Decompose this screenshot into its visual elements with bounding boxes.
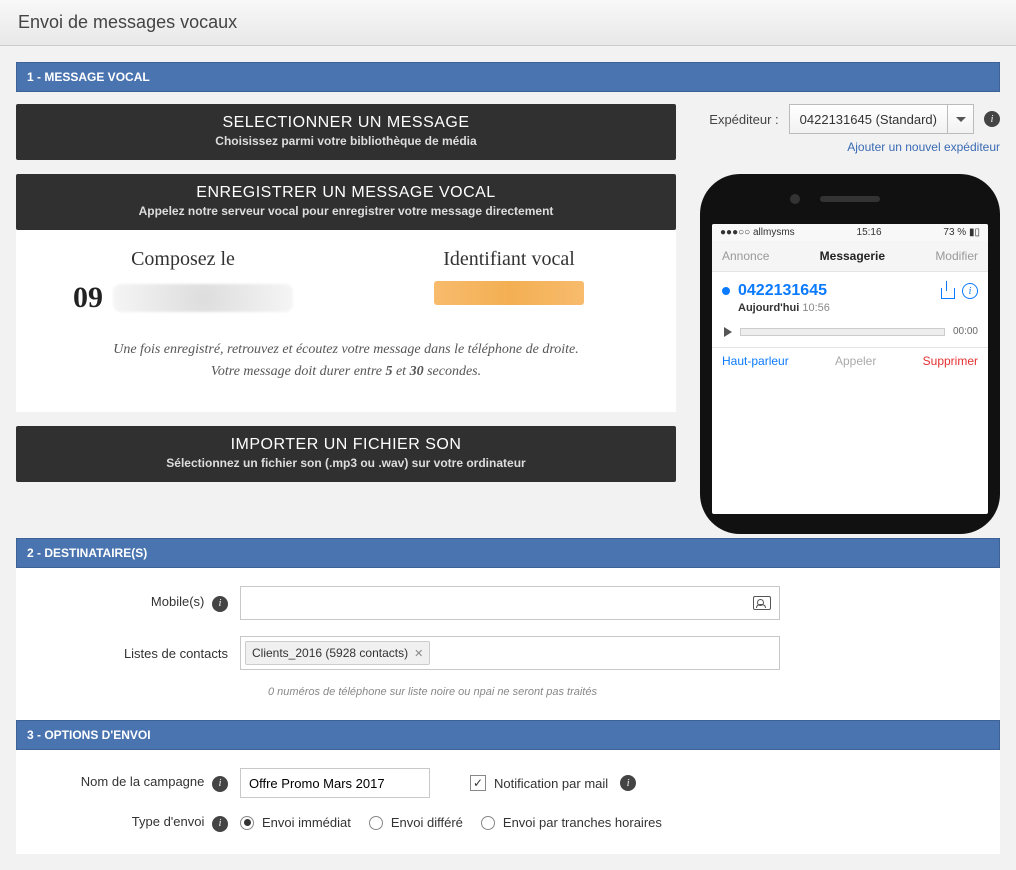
info-circle-icon: i: [962, 283, 978, 299]
play-icon: [724, 327, 732, 337]
radio-immediate[interactable]: [240, 816, 254, 830]
phone-status-bar: ●●●○○ allmysms 15:16 73 % ▮▯: [712, 224, 988, 241]
call-action: Appeler: [835, 354, 876, 368]
add-sender-link[interactable]: Ajouter un nouvel expéditeur: [700, 140, 1000, 154]
lists-input[interactable]: Clients_2016 (5928 contacts) ✕: [240, 636, 780, 670]
sender-select[interactable]: 0422131645 (Standard): [789, 104, 974, 134]
mobiles-input[interactable]: [240, 586, 780, 620]
audio-player: 00:00: [712, 320, 988, 347]
campaign-name-label: Nom de la campagne i: [30, 774, 240, 792]
select-message-subtitle: Choisissez parmi votre bibliothèque de m…: [32, 134, 660, 148]
record-instructions-block: Composez le 09 Identifiant vocal Une foi…: [16, 230, 676, 412]
send-type-label: Type d'envoi i: [30, 814, 240, 832]
compose-label: Composez le: [40, 248, 326, 271]
phone-nav-row: Annonce Messagerie Modifier: [712, 241, 988, 272]
contacts-icon[interactable]: [753, 596, 771, 610]
mail-notification-label: Notification par mail: [494, 776, 608, 791]
mail-notification-checkbox[interactable]: ✓: [470, 775, 486, 791]
delete-action: Supprimer: [923, 354, 978, 368]
chevron-down-icon[interactable]: [947, 105, 973, 133]
page-title: Envoi de messages vocaux: [0, 0, 1016, 46]
player-time: 00:00: [953, 326, 978, 337]
section-3-header: 3 - OPTIONS D'ENVOI: [16, 720, 1000, 750]
record-message-panel-header: ENREGISTRER UN MESSAGE VOCAL Appelez not…: [16, 174, 676, 230]
select-message-panel[interactable]: SELECTIONNER UN MESSAGE Choisissez parmi…: [16, 104, 676, 160]
import-file-title: IMPORTER UN FICHIER SON: [32, 436, 660, 454]
select-message-title: SELECTIONNER UN MESSAGE: [32, 114, 660, 132]
info-icon[interactable]: i: [212, 776, 228, 792]
dial-number-redacted: [113, 284, 293, 312]
nav-annonce: Annonce: [722, 249, 769, 263]
section-1-header: 1 - MESSAGE VOCAL: [16, 62, 1000, 92]
blacklist-helper-text: 0 numéros de téléphone sur liste noire o…: [268, 686, 986, 698]
info-icon[interactable]: i: [212, 816, 228, 832]
close-icon[interactable]: ✕: [414, 647, 423, 660]
nav-modifier: Modifier: [935, 249, 978, 263]
phone-preview: ●●●○○ allmysms 15:16 73 % ▮▯ Annonce Mes…: [700, 174, 1000, 534]
sender-selected-value: 0422131645 (Standard): [790, 112, 947, 127]
record-message-title: ENREGISTRER UN MESSAGE VOCAL: [32, 184, 660, 202]
campaign-name-input[interactable]: [240, 768, 430, 798]
note-line-1: Une fois enregistré, retrouvez et écoute…: [40, 339, 652, 361]
radio-deferred-label: Envoi différé: [391, 815, 463, 830]
progress-track: [740, 328, 945, 336]
voicemail-timestamp: Aujourd'hui 10:56: [722, 302, 978, 314]
vocal-id-label: Identifiant vocal: [366, 248, 652, 271]
unread-dot-icon: [722, 287, 730, 295]
import-file-subtitle: Sélectionnez un fichier son (.mp3 ou .wa…: [32, 456, 660, 470]
nav-messagerie: Messagerie: [820, 249, 885, 263]
lists-label: Listes de contacts: [30, 646, 240, 661]
share-icon: [940, 283, 954, 299]
record-message-subtitle: Appelez notre serveur vocal pour enregis…: [32, 204, 660, 218]
vocal-id-redacted: [434, 281, 584, 305]
info-icon[interactable]: i: [984, 111, 1000, 127]
note-line-2: Votre message doit durer entre 5 et 30 s…: [40, 361, 652, 383]
sender-label: Expéditeur :: [709, 112, 778, 127]
radio-immediate-label: Envoi immédiat: [262, 815, 351, 830]
info-icon[interactable]: i: [620, 775, 636, 791]
speaker-action: Haut-parleur: [722, 354, 789, 368]
voicemail-number: 0422131645: [738, 282, 932, 300]
info-icon[interactable]: i: [212, 596, 228, 612]
dial-prefix: 09: [73, 281, 103, 315]
radio-deferred[interactable]: [369, 816, 383, 830]
import-file-panel[interactable]: IMPORTER UN FICHIER SON Sélectionnez un …: [16, 426, 676, 482]
section-2-header: 2 - DESTINATAIRE(S): [16, 538, 1000, 568]
contact-list-chip[interactable]: Clients_2016 (5928 contacts) ✕: [245, 641, 430, 665]
chip-label: Clients_2016 (5928 contacts): [252, 646, 408, 660]
status-time: 15:16: [857, 227, 882, 238]
radio-slots[interactable]: [481, 816, 495, 830]
radio-slots-label: Envoi par tranches horaires: [503, 815, 662, 830]
battery-icon: 73 % ▮▯: [943, 227, 980, 238]
carrier-icon: ●●●○○ allmysms: [720, 227, 795, 238]
mobiles-label: Mobile(s) i: [30, 594, 240, 612]
